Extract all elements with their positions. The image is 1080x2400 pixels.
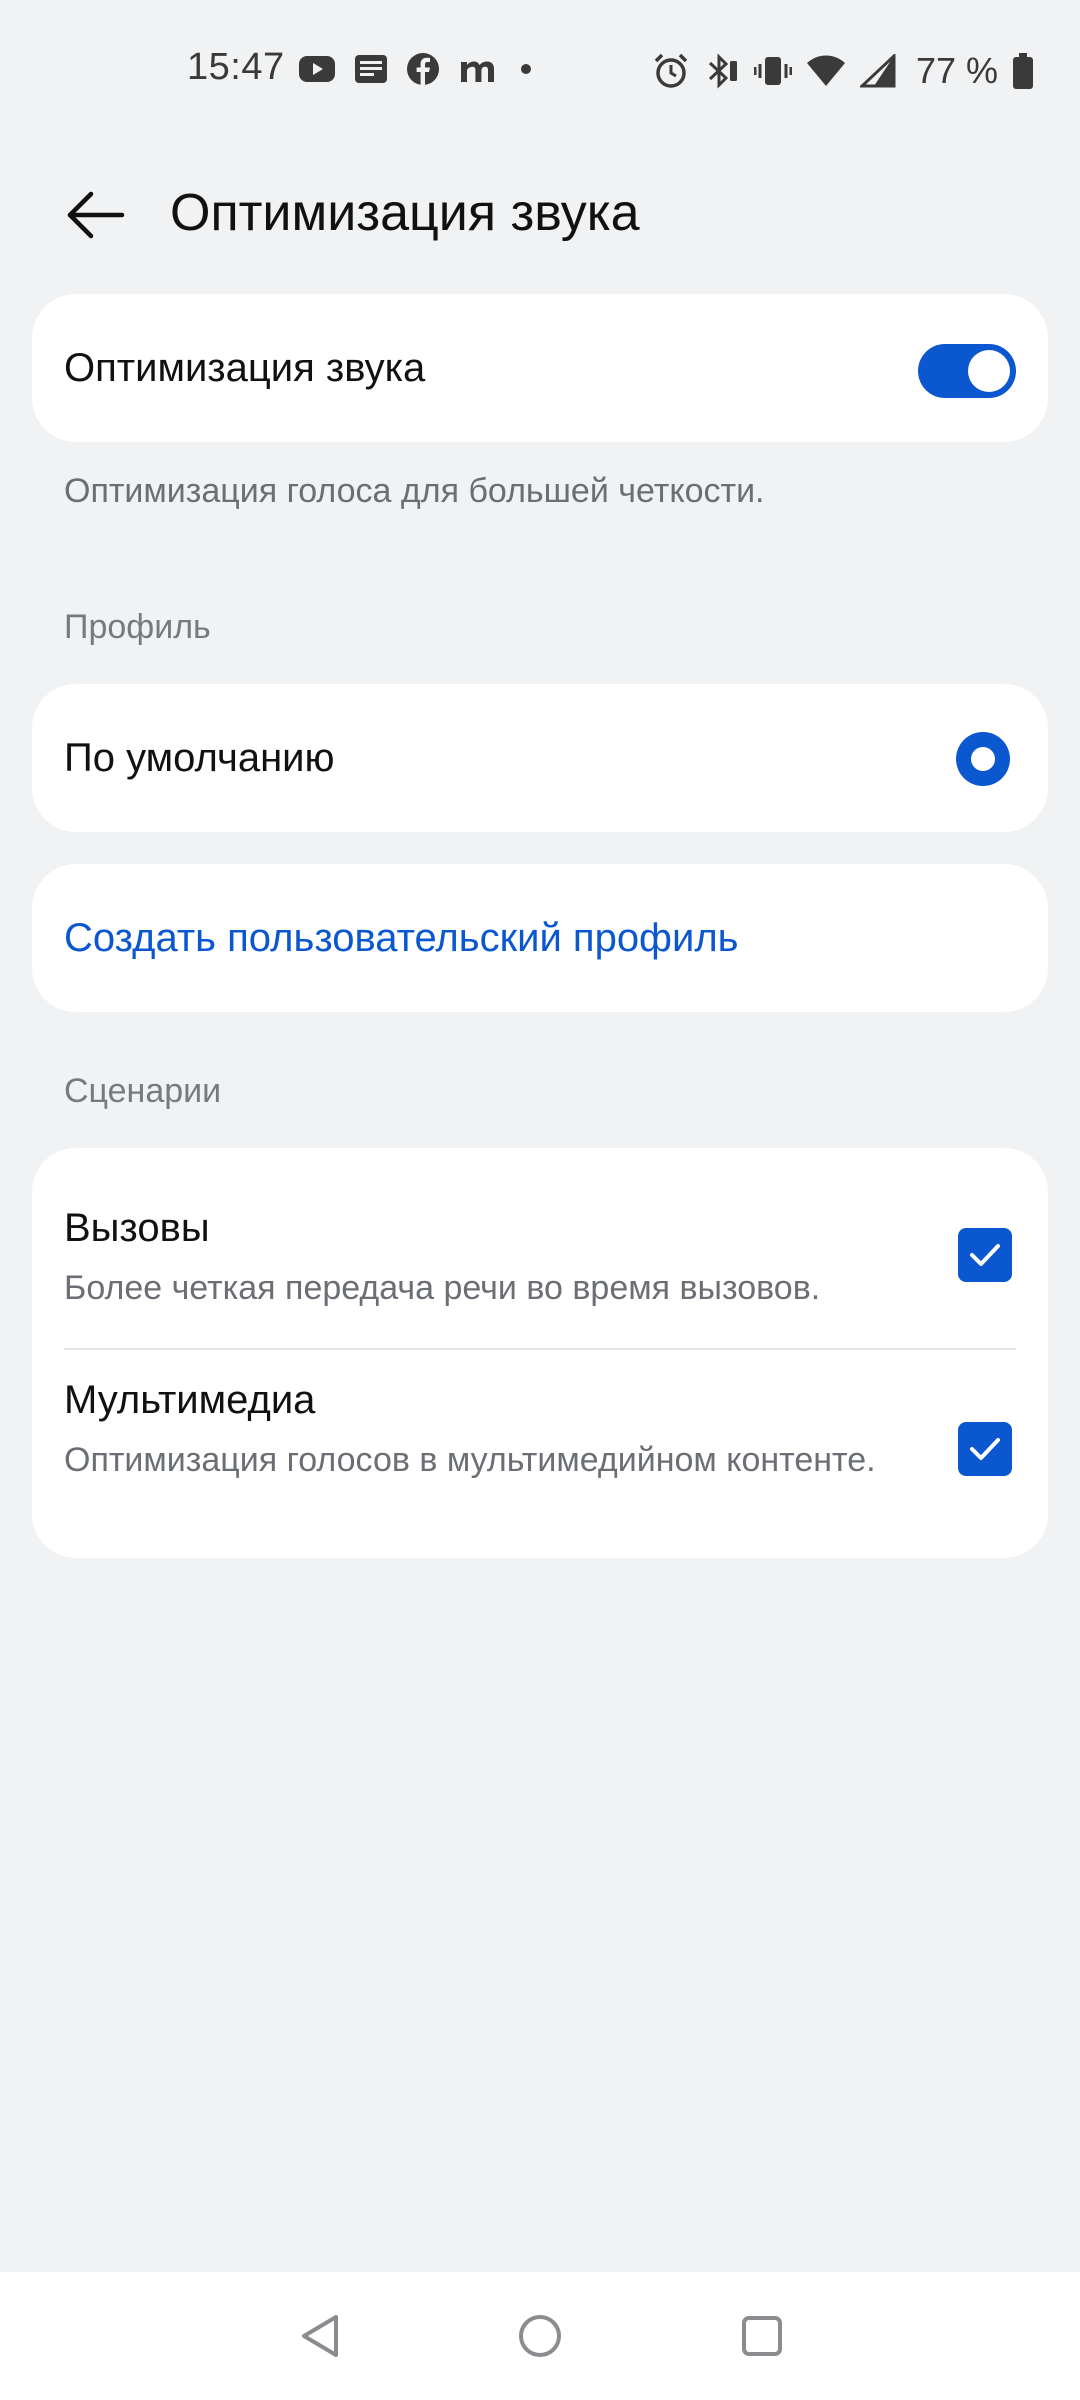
news-icon (355, 55, 387, 83)
checkmark-icon (970, 1244, 1000, 1266)
navigation-bar (0, 2272, 1080, 2400)
screen: 15:47 77 % Оптимизация звука Оптимизация… (0, 0, 1080, 2400)
nav-back-button[interactable] (290, 2306, 350, 2366)
create-profile-card[interactable]: Создать пользовательский профиль (32, 864, 1048, 1012)
facebook-icon (407, 53, 439, 85)
m-icon (461, 61, 494, 82)
home-circle-icon (519, 2315, 561, 2357)
status-system-icons: 77 % (652, 50, 1034, 92)
checkmark-icon (970, 1438, 1000, 1460)
status-bar: 15:47 77 % (0, 0, 1080, 140)
create-custom-profile-link[interactable]: Создать пользовательский профиль (64, 916, 739, 961)
status-notification-icons (298, 52, 536, 86)
scenario-multimedia-checkbox[interactable] (958, 1422, 1012, 1476)
bluetooth-icon (708, 53, 737, 89)
recents-square-icon (742, 2316, 782, 2356)
sound-optimization-toggle[interactable] (918, 344, 1016, 398)
default-profile-card[interactable]: По умолчанию (32, 684, 1048, 832)
page-title: Оптимизация звука (170, 184, 640, 242)
scenarios-section-label: Сценарии (64, 1072, 222, 1110)
back-triangle-icon (302, 2315, 338, 2357)
scenario-calls-title: Вызовы (64, 1206, 210, 1250)
signal-icon (859, 54, 896, 88)
battery-percentage: 77 % (915, 50, 998, 91)
sound-optimization-label: Оптимизация звука (64, 346, 426, 390)
back-button[interactable] (50, 170, 140, 260)
vibrate-icon (753, 57, 792, 85)
status-time: 15:47 (187, 46, 285, 88)
radio-dot (971, 747, 995, 771)
default-profile-radio[interactable] (956, 732, 1010, 786)
scenario-calls-checkbox[interactable] (958, 1228, 1012, 1282)
divider (64, 1348, 1016, 1350)
nav-recents-button[interactable] (732, 2306, 792, 2366)
scenarios-card: Вызовы Более четкая передача речи во вре… (32, 1148, 1048, 1558)
scenario-calls-description: Более четкая передача речи во время вызо… (64, 1269, 821, 1307)
youtube-icon (299, 56, 335, 82)
nav-home-button[interactable] (510, 2306, 570, 2366)
arrow-left-icon (67, 191, 125, 239)
sound-optimization-description: Оптимизация голоса для большей четкости. (64, 472, 765, 510)
dot-icon (521, 64, 531, 74)
sound-optimization-card[interactable]: Оптимизация звука (32, 294, 1048, 442)
profile-section-label: Профиль (64, 608, 211, 646)
app-header: Оптимизация звука (0, 150, 1080, 260)
default-profile-label: По умолчанию (64, 736, 335, 780)
battery-icon (1013, 53, 1033, 89)
scenario-multimedia-description: Оптимизация голосов в мультимедийном кон… (64, 1441, 876, 1479)
wifi-icon (806, 55, 845, 86)
scenario-multimedia-title: Мультимедиа (64, 1378, 316, 1422)
alarm-icon (654, 53, 688, 88)
toggle-knob (968, 350, 1010, 392)
